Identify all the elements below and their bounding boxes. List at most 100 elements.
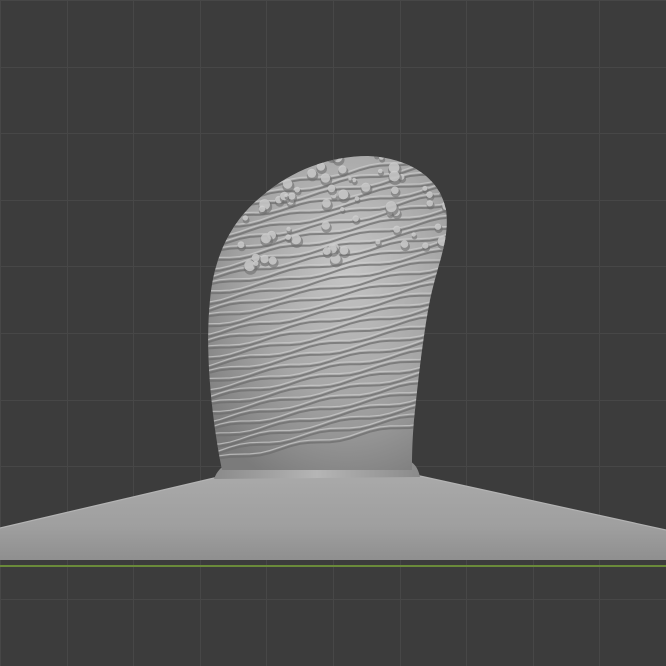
mesh-bump [426,200,433,207]
mesh-bump [425,161,430,166]
mesh-bump-shadow [241,190,249,199]
mesh-bump [288,192,296,200]
mesh-bump-shadow [246,195,256,204]
mesh-bump [236,193,245,202]
mesh-bump-shadow [298,156,309,158]
mesh-bump [400,240,409,248]
mesh-bump-shadow [307,149,312,154]
mesh-bump [393,225,401,233]
mesh-bump-shadow [426,163,431,168]
mesh-base-plate [0,476,666,560]
mesh-bump-shadow [340,147,347,154]
mesh-bump [316,162,326,171]
3d-viewport[interactable] [0,0,666,666]
mesh-bump [437,236,447,246]
mesh-bump [246,193,254,201]
mesh-bump [320,173,331,183]
mesh-bump-shadow [266,170,271,175]
mesh-bump [352,215,359,222]
mesh-bump [445,206,447,211]
mesh-bump [252,156,261,159]
mesh-bump-shadow [255,176,261,183]
mesh-bump [253,260,259,266]
mesh-bump [436,165,444,173]
mesh-bump [379,156,384,160]
mesh-bump [361,182,371,192]
mesh-bump-shadow [439,191,444,197]
mesh-bump [260,233,271,244]
mesh-bump-shadow [367,147,375,155]
mesh-bump-shadow [339,148,347,156]
mesh-bump [254,158,259,163]
mesh-bump [242,215,248,221]
mesh-bump [434,223,442,230]
mesh-bump [241,189,248,196]
mesh-bump [367,146,373,152]
mesh-bump [237,241,245,249]
mesh-bump [442,200,447,211]
mesh-bump-shadow [445,207,447,214]
mesh-bump [373,156,379,157]
mesh-bump [268,256,277,265]
mesh-bump [340,145,345,150]
mesh-bump-shadow [325,156,340,162]
mesh-bump [285,234,291,240]
mesh-bump [255,175,260,180]
mesh-bump [374,143,381,150]
mesh-sculpt-bulb [208,141,447,470]
mesh-bump [321,221,330,230]
mesh-bump [253,168,261,176]
mesh-bump-shadow [443,181,447,189]
mesh-bump [378,168,383,174]
mesh-bump [412,152,415,155]
mesh-bump [339,246,349,255]
mesh-bump-shadow [374,156,381,160]
mesh-bump [391,186,399,195]
mesh-bump [422,185,428,191]
mesh-bump [260,254,269,264]
mesh-bump [309,156,320,160]
mesh-bump [443,180,447,186]
mesh-bump [291,234,301,245]
mesh-bump [375,239,381,245]
mesh-bump-shadow [253,169,263,179]
mesh-bump-shadow [374,145,383,154]
mesh-bump [339,147,345,153]
mesh-bump-shadow [252,156,262,162]
mesh-bump [338,189,349,200]
mesh-bump [338,165,347,174]
mesh-bump [294,186,301,193]
mesh-bump [422,242,429,249]
mesh-bump [410,156,417,158]
mesh-bump [425,141,431,147]
mesh-bump [411,232,416,237]
mesh-bump [327,184,336,193]
mesh-bump [389,170,400,182]
mesh-bump-shadow [412,156,417,159]
mesh-bump [326,156,338,158]
mesh-bump [439,190,443,194]
mesh-bump [251,253,260,262]
mesh-bump [299,146,307,154]
mesh-bump [307,147,311,151]
mesh-bump [348,177,352,181]
mesh-bump-shadow [309,156,322,164]
mesh-bump-shadow [436,167,445,176]
mesh-bump [426,191,433,198]
mesh-bump [326,156,338,160]
mesh-bump [322,199,331,208]
mesh-bump [284,193,288,198]
mesh-bump-shadow [410,156,418,161]
mesh-bump [258,205,266,213]
mesh-bump-shadow [236,194,247,205]
viewport-canvas[interactable] [0,0,666,666]
mesh-bump-shadow [425,142,433,150]
mesh-bump [354,196,360,201]
mesh-bump [307,168,317,178]
mesh-bump [322,247,331,255]
mesh-bump [286,226,291,232]
mesh-bump [340,207,345,212]
mesh-bump-shadow [254,159,261,166]
mesh-bump [282,179,293,189]
mesh-bump [385,201,397,213]
